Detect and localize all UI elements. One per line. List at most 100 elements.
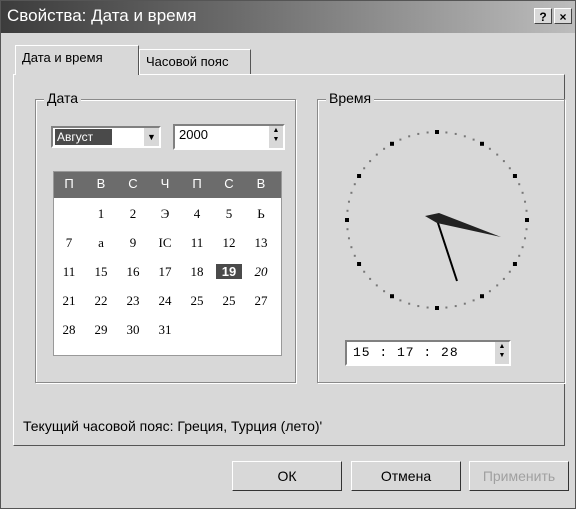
time-spin-arrows-icon[interactable]: ▲ ▼ (495, 342, 509, 364)
minute-dot (383, 147, 386, 150)
calendar-day[interactable]: 15 (88, 264, 114, 280)
calendar-day[interactable]: 25 (216, 293, 242, 309)
calendar-day[interactable]: 31 (152, 322, 178, 338)
minute-dot (508, 167, 511, 170)
minute-dot (369, 277, 372, 280)
help-button[interactable]: ? (534, 8, 552, 24)
hour-marker (435, 306, 439, 310)
window-title: Свойства: Дата и время (7, 6, 197, 25)
weekday: Ч (160, 176, 170, 191)
calendar-day[interactable]: 20 (248, 264, 274, 280)
title-bar[interactable]: Свойства: Дата и время ? × (1, 1, 575, 33)
calendar-day[interactable]: 11 (184, 235, 210, 251)
calendar-day[interactable]: 28 (56, 322, 82, 338)
calendar-day[interactable]: 29 (88, 322, 114, 338)
minute-dot (488, 290, 491, 293)
minute-dot (353, 183, 356, 186)
minute-dot (454, 305, 457, 308)
tab-date-time[interactable]: Дата и время (15, 45, 139, 75)
hour-marker (357, 262, 362, 266)
calendar-day[interactable]: 5 (216, 206, 242, 222)
calendar-day[interactable]: 1 (88, 206, 114, 222)
calendar-day[interactable]: 9 (120, 235, 146, 251)
month-value: Август (55, 129, 112, 145)
calendar[interactable]: П В С Ч П С В 1 2 Э 4 5 Ь 7 а 9 IC 11 12 13 11 15 16 17 1… (53, 171, 282, 356)
year-spin-arrows-icon[interactable]: ▲ ▼ (269, 126, 283, 148)
calendar-day[interactable]: 12 (216, 235, 242, 251)
hour-marker (512, 262, 517, 266)
minute-dot (525, 228, 528, 231)
minute-dot (347, 237, 350, 240)
weekday-header: П В С Ч П С В (54, 172, 281, 198)
minute-dot (496, 153, 499, 156)
year-stepper[interactable]: 2000 ▲ ▼ (173, 124, 285, 150)
hour-marker (512, 174, 517, 178)
minute-dot (518, 183, 521, 186)
minute-dot (346, 209, 349, 212)
minute-dot (347, 200, 350, 203)
calendar-day[interactable]: Ь (248, 206, 274, 222)
calendar-day[interactable]: 25 (184, 293, 210, 309)
minute-dot (350, 191, 353, 194)
minute-dot (518, 254, 521, 257)
minute-dot (383, 290, 386, 293)
calendar-day[interactable]: 7 (56, 235, 82, 251)
calendar-day[interactable]: IC (152, 235, 178, 251)
calendar-day[interactable]: Э (152, 206, 178, 222)
hour-marker (525, 218, 529, 222)
calendar-day[interactable]: 30 (120, 322, 146, 338)
timezone-label: Текущий часовой пояс: Греция, Турция (ле… (23, 418, 323, 434)
minute-dot (426, 131, 429, 134)
ok-button[interactable]: ОК (232, 461, 342, 491)
minute-dot (399, 299, 402, 302)
time-legend: Время (326, 90, 375, 106)
minute-dot (375, 153, 378, 156)
cancel-button[interactable]: Отмена (351, 461, 461, 491)
time-input[interactable]: 15 : 17 : 28 ▲ ▼ (345, 340, 511, 366)
minute-dot (350, 246, 353, 249)
calendar-day[interactable]: 18 (184, 264, 210, 280)
hour-marker (435, 130, 439, 134)
weekday: В (96, 176, 106, 191)
calendar-day[interactable]: 21 (56, 293, 82, 309)
calendar-day[interactable]: 19 (216, 264, 242, 279)
year-value: 2000 (179, 127, 208, 142)
minute-dot (445, 306, 448, 309)
hour-marker (357, 174, 362, 178)
analog-clock (345, 130, 529, 310)
minute-dot (399, 138, 402, 141)
weekday: С (128, 176, 138, 191)
minute-dot (524, 237, 527, 240)
hour-marker (345, 218, 349, 222)
month-select[interactable]: Август ▼ (51, 126, 161, 148)
minute-dot (496, 284, 499, 287)
calendar-day[interactable]: 17 (152, 264, 178, 280)
minute-dot (502, 160, 505, 163)
chevron-down-icon[interactable]: ▼ (143, 128, 159, 146)
hour-marker (480, 294, 484, 299)
calendar-day[interactable]: 11 (56, 264, 82, 280)
calendar-day[interactable]: 23 (120, 293, 146, 309)
minute-dot (521, 191, 524, 194)
minute-dot (408, 135, 411, 138)
minute-dot (521, 246, 524, 249)
apply-button[interactable]: Применить (469, 461, 569, 491)
minute-dot (445, 131, 448, 134)
calendar-day[interactable]: 24 (152, 293, 178, 309)
calendar-day[interactable]: 27 (248, 293, 274, 309)
dialog-window: Свойства: Дата и время ? × Дата и время … (0, 0, 576, 509)
calendar-day[interactable]: 22 (88, 293, 114, 309)
calendar-day[interactable]: 13 (248, 235, 274, 251)
close-button[interactable]: × (554, 8, 572, 24)
minute-dot (353, 254, 356, 257)
minute-dot (472, 138, 475, 141)
time-value: 15 : 17 : 28 (353, 345, 459, 360)
calendar-day[interactable]: 16 (120, 264, 146, 280)
tab-timezone[interactable]: Часовой пояс (139, 49, 251, 74)
minute-dot (417, 305, 420, 308)
minute-dot (472, 299, 475, 302)
calendar-day[interactable]: а (88, 235, 114, 251)
calendar-day[interactable]: 4 (184, 206, 210, 222)
hour-marker (390, 294, 394, 299)
calendar-day[interactable]: 2 (120, 206, 146, 222)
